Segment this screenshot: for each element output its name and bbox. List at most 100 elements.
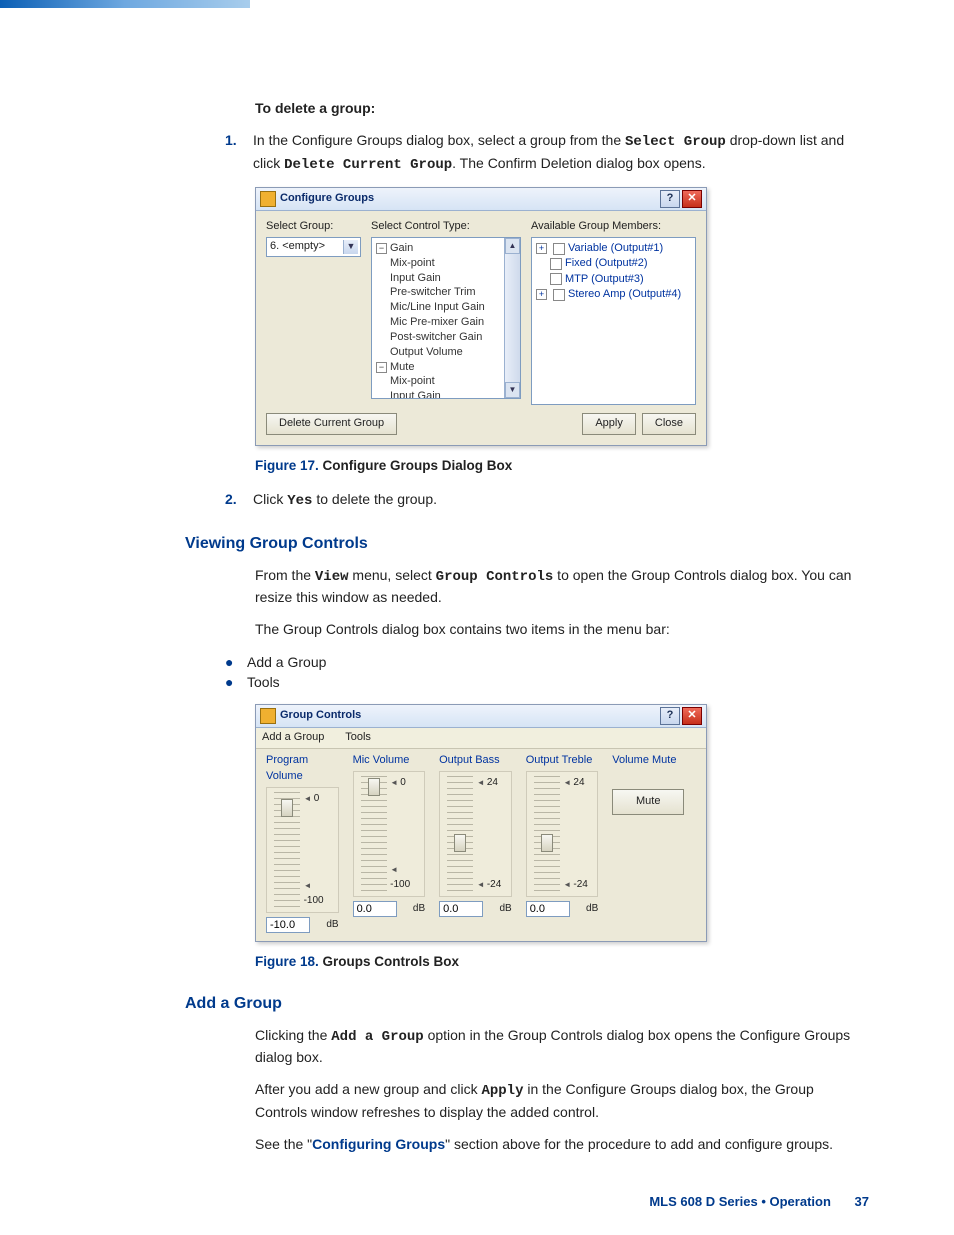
tree-node[interactable]: Mic/Line Input Gain xyxy=(376,300,516,315)
bullet-item: Add a Group xyxy=(225,652,869,672)
scroll-up-icon[interactable]: ▲ xyxy=(505,238,520,254)
group-controls-window: Group Controls ? ✕ Add a Group Tools Pro… xyxy=(255,704,707,942)
checkbox-icon[interactable] xyxy=(553,243,565,255)
slider-unit: dB xyxy=(586,902,598,917)
slider-unit: dB xyxy=(413,902,425,917)
select-group-label: Select Group: xyxy=(266,219,361,235)
member-item[interactable]: +Stereo Amp (Output#4) xyxy=(536,287,691,302)
slider-min: -100 xyxy=(304,879,334,908)
checkbox-icon[interactable] xyxy=(550,258,562,270)
select-group-value: 6. <empty> xyxy=(270,239,325,255)
members-list[interactable]: +Variable (Output#1) Fixed (Output#2) MT… xyxy=(531,237,696,405)
section-heading-viewing: Viewing Group Controls xyxy=(185,532,869,555)
slider-value-input[interactable] xyxy=(353,901,397,917)
step-text: In the Configure Groups dialog box, sele… xyxy=(253,130,869,175)
body-paragraph: From the View menu, select Group Control… xyxy=(255,565,869,608)
app-icon xyxy=(260,191,276,207)
tree-node[interactable]: Output Volume xyxy=(376,345,516,360)
slider-max: 0 xyxy=(304,792,320,807)
help-button[interactable]: ? xyxy=(660,190,680,208)
slider-title: Program Volume xyxy=(266,753,339,785)
page-footer: MLS 608 D Series • Operation 37 xyxy=(0,1194,869,1209)
window-title: Group Controls xyxy=(280,708,361,724)
member-item[interactable]: +Variable (Output#1) xyxy=(536,241,691,256)
close-button[interactable]: ✕ xyxy=(682,190,702,208)
tree-node-gain[interactable]: −Gain xyxy=(376,241,516,256)
chevron-down-icon: ▼ xyxy=(343,240,358,254)
menu-tools[interactable]: Tools xyxy=(345,731,371,743)
step-number: 1. xyxy=(225,130,253,175)
apply-button[interactable]: Apply xyxy=(582,413,636,435)
select-group-dropdown[interactable]: 6. <empty> ▼ xyxy=(266,237,361,257)
slider-max: 24 xyxy=(477,776,498,791)
slider-control: Output Bass24-24dB xyxy=(439,753,512,917)
delete-current-group-button[interactable]: Delete Current Group xyxy=(266,413,397,435)
close-button-bottom[interactable]: Close xyxy=(642,413,696,435)
tree-node[interactable]: Mic Pre-mixer Gain xyxy=(376,315,516,330)
slider-title: Output Treble xyxy=(526,753,599,769)
control-type-tree[interactable]: −Gain Mix-point Input Gain Pre-switcher … xyxy=(371,237,521,399)
members-label: Available Group Members: xyxy=(531,219,696,235)
slider-title: Output Bass xyxy=(439,753,512,769)
slider-value-input[interactable] xyxy=(439,901,483,917)
member-item[interactable]: Fixed (Output#2) xyxy=(536,256,691,271)
mute-control: Volume Mute Mute xyxy=(612,753,696,815)
slider[interactable]: 24 -24 xyxy=(439,771,512,897)
menu-add-group[interactable]: Add a Group xyxy=(262,731,324,743)
slider-title: Mic Volume xyxy=(353,753,426,769)
slider-thumb[interactable] xyxy=(541,834,553,852)
body-paragraph: After you add a new group and click Appl… xyxy=(255,1079,869,1122)
slider[interactable]: 0 -100 xyxy=(266,787,339,913)
help-button[interactable]: ? xyxy=(660,707,680,725)
slider-max: 0 xyxy=(390,776,406,791)
window-title: Configure Groups xyxy=(280,191,374,207)
scroll-down-icon[interactable]: ▼ xyxy=(505,382,520,398)
menubar: Add a Group Tools xyxy=(256,728,706,749)
window-titlebar: Configure Groups ? ✕ xyxy=(256,188,706,211)
slider-control: Output Treble 24 -24 dB xyxy=(526,753,599,917)
tree-node[interactable]: Post-switcher Gain xyxy=(376,330,516,345)
bullet-item: Tools xyxy=(225,672,869,692)
tree-node-mute[interactable]: −Mute xyxy=(376,360,516,375)
slider[interactable]: 24 -24 xyxy=(526,771,599,897)
checkbox-icon[interactable] xyxy=(553,289,565,301)
mute-button[interactable]: Mute xyxy=(612,789,684,815)
slider-max: 24 xyxy=(563,776,584,791)
slider-thumb[interactable] xyxy=(281,799,293,817)
slider-thumb[interactable] xyxy=(454,834,466,852)
figure-17-caption: Figure 17. Configure Groups Dialog Box xyxy=(255,456,869,476)
step-number: 2. xyxy=(225,489,253,511)
slider-min: -24 xyxy=(477,878,502,893)
slider[interactable]: 0 -100 xyxy=(353,771,426,897)
slider-min: -24 xyxy=(563,878,588,893)
tree-node[interactable]: Input Gain xyxy=(376,389,516,399)
member-item[interactable]: MTP (Output#3) xyxy=(536,272,691,287)
slider-min: -100 xyxy=(390,863,420,892)
delete-heading: To delete a group: xyxy=(255,98,869,118)
window-titlebar: Group Controls ? ✕ xyxy=(256,705,706,728)
slider-control: Program Volume 0 -100 dB xyxy=(266,753,339,933)
section-heading-add: Add a Group xyxy=(185,992,869,1015)
app-icon xyxy=(260,708,276,724)
configure-groups-window: Configure Groups ? ✕ Select Group: 6. <e… xyxy=(255,187,707,446)
close-button[interactable]: ✕ xyxy=(682,707,702,725)
step-text: Click Yes to delete the group. xyxy=(253,489,869,511)
figure-18-caption: Figure 18. Groups Controls Box xyxy=(255,952,869,972)
slider-value-input[interactable] xyxy=(266,917,310,933)
mute-title: Volume Mute xyxy=(612,753,696,769)
slider-value-input[interactable] xyxy=(526,901,570,917)
tree-node[interactable]: Mix-point xyxy=(376,256,516,271)
tree-node[interactable]: Input Gain xyxy=(376,271,516,286)
body-paragraph: The Group Controls dialog box contains t… xyxy=(255,619,869,639)
checkbox-icon[interactable] xyxy=(550,273,562,285)
body-paragraph: Clicking the Add a Group option in the G… xyxy=(255,1025,869,1068)
top-gradient-bar xyxy=(0,0,250,8)
slider-thumb[interactable] xyxy=(368,778,380,796)
tree-node[interactable]: Mix-point xyxy=(376,374,516,389)
slider-unit: dB xyxy=(326,918,338,933)
configuring-groups-link[interactable]: Configuring Groups xyxy=(312,1136,445,1152)
scrollbar[interactable]: ▲ ▼ xyxy=(504,238,520,398)
slider-control: Mic Volume 0 -100 dB xyxy=(353,753,426,917)
control-type-label: Select Control Type: xyxy=(371,219,521,235)
tree-node[interactable]: Pre-switcher Trim xyxy=(376,285,516,300)
